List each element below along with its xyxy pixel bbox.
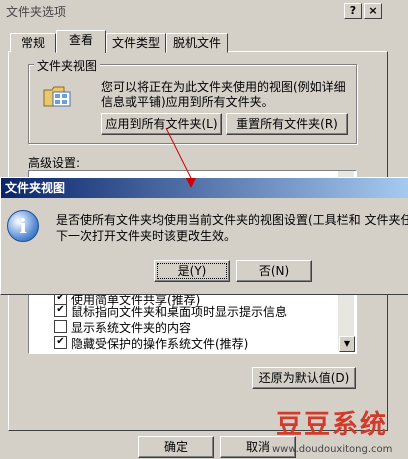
info-icon: i — [7, 210, 39, 242]
help-button[interactable]: ? — [344, 3, 362, 19]
folder-views-legend: 文件夹视图 — [34, 57, 101, 74]
message-text: 是否使所有文件夹均使用当前文件夹的视图设置(工具栏和 文件夹任 下一次打开文件夹… — [56, 212, 408, 244]
checkbox-hide-protected[interactable]: ✔ — [54, 336, 67, 349]
folder-views-icon — [42, 82, 72, 110]
apply-to-all-folders-button[interactable]: 应用到所有文件夹(L) — [101, 113, 222, 135]
no-button[interactable]: 否(N) — [236, 260, 312, 282]
folder-views-description: 您可以将正在为此文件夹使用的视图(例如详细 信息或平铺)应用到所有文件夹。 — [101, 80, 346, 110]
restore-defaults-button[interactable]: 还原为默认值(D) — [252, 367, 356, 389]
tab-file-types[interactable]: 文件类型 — [106, 33, 166, 53]
description-line-2: 信息或平铺)应用到所有文件夹。 — [101, 95, 274, 109]
message-box-titlebar[interactable]: 文件夹视图 — [1, 178, 408, 198]
tab-offline-files[interactable]: 脱机文件 — [166, 33, 228, 53]
scroll-down-button[interactable]: ▼ — [339, 336, 355, 352]
checkbox-show-tips[interactable]: ✔ — [54, 304, 67, 317]
description-line-1: 您可以将正在为此文件夹使用的视图(例如详细 — [101, 80, 346, 94]
checkbox-system-folders[interactable] — [54, 320, 67, 333]
advanced-item-label: 鼠标指向文件夹和桌面项时显示提示信息 — [71, 305, 288, 319]
yes-button[interactable]: 是(Y) — [154, 260, 230, 282]
watermark-url: www.doudouxitong.com — [272, 444, 393, 455]
tab-view[interactable]: 查看 — [56, 30, 106, 53]
reset-all-folders-button[interactable]: 重置所有文件夹(R) — [226, 113, 348, 135]
advanced-item-label: 隐藏受保护的操作系统文件(推荐) — [71, 337, 249, 351]
dialog-title: 文件夹选项 — [6, 5, 67, 19]
message-line-1: 是否使所有文件夹均使用当前文件夹的视图设置(工具栏和 文件夹任 — [56, 213, 408, 227]
advanced-item-label: 显示系统文件夹的内容 — [71, 321, 192, 335]
message-line-2: 下一次打开文件夹时该更改生效。 — [56, 229, 237, 243]
message-box: 文件夹视图 i 是否使所有文件夹均使用当前文件夹的视图设置(工具栏和 文件夹任 … — [0, 177, 408, 295]
close-button[interactable]: × — [364, 3, 382, 19]
tab-general[interactable]: 常规 — [10, 33, 56, 53]
advanced-settings-label: 高级设置: — [28, 156, 81, 170]
watermark-brand: 豆豆系统 — [276, 410, 389, 440]
ok-button[interactable]: 确定 — [138, 436, 214, 458]
